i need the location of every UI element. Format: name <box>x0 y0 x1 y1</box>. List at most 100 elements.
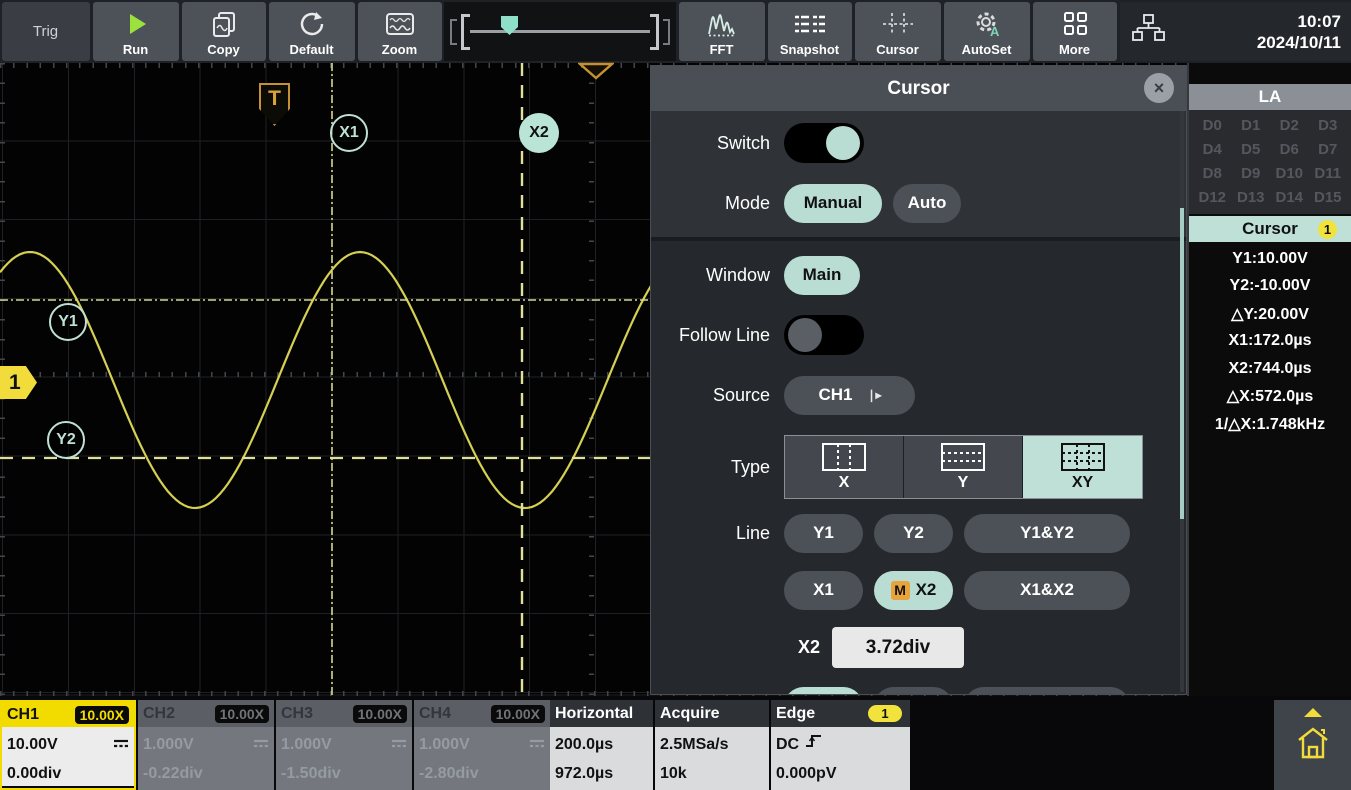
dialog-scrollbar-thumb[interactable] <box>1180 208 1184 519</box>
timeline-outer-bracket-right <box>663 19 670 45</box>
dialog-scrollbar[interactable] <box>1180 111 1184 692</box>
toggle-knob <box>788 318 822 352</box>
horizontal-position-bar[interactable] <box>444 2 676 61</box>
mode-manual-button[interactable]: Manual <box>784 184 882 223</box>
channel-offset: -2.80div <box>419 759 545 788</box>
home-icon[interactable] <box>1296 725 1330 761</box>
bottom-status-bar: CH1 10.00X 10.00V 0.00div CH2 10.00X <box>0 696 1351 790</box>
horizontal-panel[interactable]: Horizontal 200.0µs 972.0µs <box>550 700 653 790</box>
measurement-dx: △X:572.0µs <box>1189 383 1351 411</box>
channel-offset: -0.22div <box>143 759 269 788</box>
type-row: Type X Y <box>651 435 1186 499</box>
cursor-switch-toggle[interactable] <box>784 123 864 163</box>
d-channel[interactable]: D3 <box>1309 113 1348 137</box>
channel4-panel[interactable]: CH4 10.00X 1.000V -2.80div <box>414 700 550 790</box>
cursor-button[interactable]: Cursor <box>855 2 941 61</box>
d-channel[interactable]: D7 <box>1309 137 1348 161</box>
default-button[interactable]: Default <box>269 2 355 61</box>
cursor-dialog-titlebar[interactable]: Cursor × <box>651 66 1186 111</box>
more-button[interactable]: More <box>1033 2 1117 61</box>
channel-scale: 1.000V <box>419 730 470 759</box>
line-y1y2-button[interactable]: Y1&Y2 <box>964 514 1130 553</box>
run-button[interactable]: Run <box>93 2 179 61</box>
channel2-panel[interactable]: CH2 10.00X 1.000V -0.22div <box>138 700 274 790</box>
snapshot-button[interactable]: Snapshot <box>768 2 852 61</box>
right-sidebar: LA D0 D1 D2 D3 D4 D5 D6 D7 D8 D9 D10 D11… <box>1187 63 1351 696</box>
follow-line-toggle[interactable] <box>784 315 864 355</box>
d-channel[interactable]: D10 <box>1270 161 1309 185</box>
type-y-button[interactable]: Y <box>904 436 1023 498</box>
timeline-track <box>470 30 650 33</box>
d-channel[interactable]: D5 <box>1232 137 1271 161</box>
expand-up-icon[interactable] <box>1304 708 1322 717</box>
source-row: Source CH1 ❘▸ <box>651 375 1186 415</box>
cursor-handle-x1[interactable]: X1 <box>330 114 368 152</box>
type-y-icon <box>939 442 987 472</box>
zoom-icon <box>385 5 415 42</box>
line-x1x2-button[interactable]: X1&X2 <box>964 571 1130 610</box>
d-channel[interactable]: D9 <box>1232 161 1271 185</box>
x-unit-s-button[interactable] <box>784 687 863 696</box>
d-channel[interactable]: D4 <box>1193 137 1232 161</box>
x2-value-input[interactable]: 3.72div <box>832 627 964 668</box>
cursor-handle-y2[interactable]: Y2 <box>47 421 85 459</box>
d-channel[interactable]: D0 <box>1193 113 1232 137</box>
network-icon[interactable] <box>1130 12 1166 51</box>
line-y1-button[interactable]: Y1 <box>784 514 863 553</box>
copy-button[interactable]: Copy <box>182 2 266 61</box>
trigger-panel[interactable]: Edge 1 DC 0.000pV <box>771 700 910 790</box>
x-unit-hz-button[interactable]: Hz <box>874 687 953 696</box>
date-text: 2024/10/11 <box>1166 32 1342 53</box>
probe-badge: 10.00X <box>353 705 407 723</box>
d-channel[interactable]: D12 <box>1193 185 1232 209</box>
toggle-knob <box>826 126 860 160</box>
dialog-section-main: Switch Mode Manual Auto <box>651 111 1186 237</box>
cursor-handle-y1[interactable]: Y1 <box>49 303 87 341</box>
clock: 10:07 2024/10/11 <box>1166 11 1351 53</box>
dialog-title: Cursor <box>887 78 949 100</box>
d-channel[interactable]: D1 <box>1232 113 1271 137</box>
timeline-outer-bracket-left <box>450 19 457 45</box>
default-icon <box>298 5 326 42</box>
x-unit-percent-button[interactable]: Percent(%) <box>964 687 1130 696</box>
svg-text:A: A <box>990 24 1000 38</box>
line-x1-button[interactable]: X1 <box>784 571 863 610</box>
d-channel[interactable]: D6 <box>1270 137 1309 161</box>
d-channel[interactable]: D13 <box>1232 185 1271 209</box>
fft-icon <box>707 5 737 42</box>
acquire-panel[interactable]: Acquire 2.5MSa/s 10k <box>655 700 769 790</box>
switch-row: Switch <box>651 123 1186 163</box>
type-xy-button[interactable]: XY <box>1023 436 1142 498</box>
window-main-button[interactable]: Main <box>784 256 860 295</box>
run-icon <box>123 5 149 42</box>
trigger-position-triangle[interactable] <box>578 62 614 85</box>
source-label: Source <box>651 385 784 406</box>
autoset-button[interactable]: A AutoSet <box>944 2 1030 61</box>
line-y2-button[interactable]: Y2 <box>874 514 953 553</box>
d-channel[interactable]: D15 <box>1309 185 1348 209</box>
la-panel-header[interactable]: LA <box>1189 84 1351 110</box>
type-x-button[interactable]: X <box>785 436 904 498</box>
dialog-section-settings: Window Main Follow Line Source CH1 ❘▸ Ty… <box>651 241 1186 695</box>
d-channel[interactable]: D14 <box>1270 185 1309 209</box>
dc-coupling-icon <box>391 730 407 759</box>
trigger-level-value: 0.000pV <box>776 759 905 788</box>
d-channel[interactable]: D8 <box>1193 161 1232 185</box>
source-select[interactable]: CH1 ❘▸ <box>784 376 915 415</box>
mode-auto-button[interactable]: Auto <box>893 184 961 223</box>
line-x2-button[interactable]: M X2 <box>874 571 953 610</box>
channel1-panel[interactable]: CH1 10.00X 10.00V 0.00div <box>0 700 136 790</box>
x2-value-row: X2 3.72div <box>651 627 1186 668</box>
fft-button[interactable]: FFT <box>679 2 765 61</box>
trig-button[interactable]: Trig <box>2 2 90 61</box>
channel3-panel[interactable]: CH3 10.00X 1.000V -1.50div <box>276 700 412 790</box>
channel-scale: 1.000V <box>143 730 194 759</box>
type-xy-icon <box>1059 442 1107 472</box>
close-icon[interactable]: × <box>1144 73 1174 103</box>
cursor-handle-x2[interactable]: X2 <box>519 113 559 153</box>
zoom-button[interactable]: Zoom <box>358 2 442 61</box>
follow-line-label: Follow Line <box>651 325 784 346</box>
cursor-results-header[interactable]: Cursor 1 <box>1189 216 1351 242</box>
d-channel[interactable]: D2 <box>1270 113 1309 137</box>
d-channel[interactable]: D11 <box>1309 161 1348 185</box>
